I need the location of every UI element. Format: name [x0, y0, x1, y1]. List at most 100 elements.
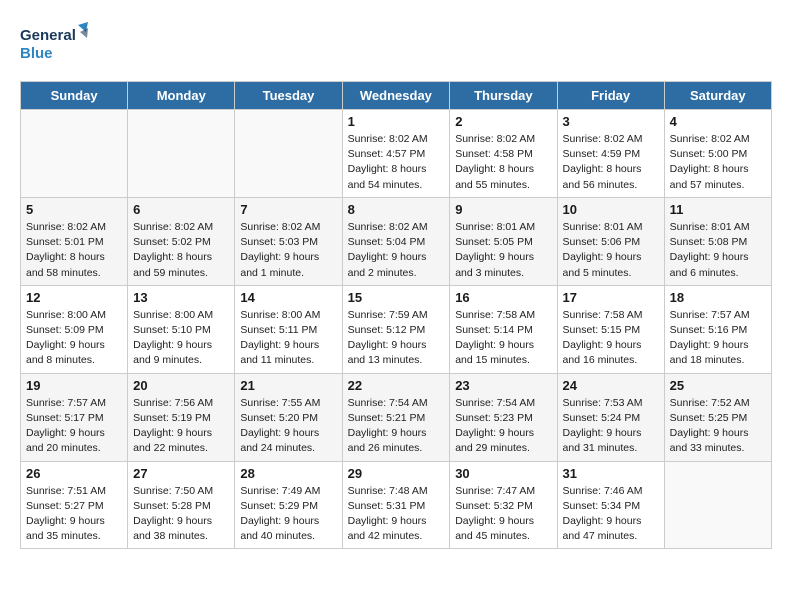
- day-info: Sunrise: 8:00 AM Sunset: 5:10 PM Dayligh…: [133, 308, 229, 369]
- calendar-cell: 14 Sunrise: 8:00 AM Sunset: 5:11 PM Dayli…: [235, 285, 342, 373]
- day-number: 30: [455, 466, 551, 481]
- day-number: 14: [240, 290, 336, 305]
- calendar-cell: 2 Sunrise: 8:02 AM Sunset: 4:58 PM Daylig…: [450, 110, 557, 198]
- calendar-cell: 4 Sunrise: 8:02 AM Sunset: 5:00 PM Daylig…: [664, 110, 771, 198]
- calendar-cell: 3Sunrise: 8:02 AM Sunset: 4:59 PM Daylig…: [557, 110, 664, 198]
- day-number: 29: [348, 466, 445, 481]
- day-number: 8: [348, 202, 445, 217]
- day-number: 4: [670, 114, 766, 129]
- day-number: 16: [455, 290, 551, 305]
- week-row-5: 26 Sunrise: 7:51 AM Sunset: 5:27 PM Dayli…: [21, 461, 772, 549]
- day-info: Sunrise: 8:02 AM Sunset: 5:03 PM Dayligh…: [240, 220, 336, 281]
- day-info: Sunrise: 7:49 AM Sunset: 5:29 PM Dayligh…: [240, 484, 336, 545]
- calendar-cell: 7 Sunrise: 8:02 AM Sunset: 5:03 PM Daylig…: [235, 197, 342, 285]
- logo-svg: General Blue: [20, 20, 90, 65]
- calendar-cell: [128, 110, 235, 198]
- calendar-cell: 26 Sunrise: 7:51 AM Sunset: 5:27 PM Dayli…: [21, 461, 128, 549]
- calendar-cell: [664, 461, 771, 549]
- day-number: 10: [563, 202, 659, 217]
- day-number: 13: [133, 290, 229, 305]
- day-info: Sunrise: 7:51 AM Sunset: 5:27 PM Dayligh…: [26, 484, 122, 545]
- calendar-cell: 6 Sunrise: 8:02 AM Sunset: 5:02 PM Daylig…: [128, 197, 235, 285]
- week-row-1: 1 Sunrise: 8:02 AM Sunset: 4:57 PM Daylig…: [21, 110, 772, 198]
- week-row-4: 19 Sunrise: 7:57 AM Sunset: 5:17 PM Dayli…: [21, 373, 772, 461]
- calendar-cell: 18 Sunrise: 7:57 AM Sunset: 5:16 PM Dayli…: [664, 285, 771, 373]
- day-number: 23: [455, 378, 551, 393]
- day-number: 1: [348, 114, 445, 129]
- day-info: Sunrise: 7:46 AM Sunset: 5:34 PM Dayligh…: [563, 484, 659, 545]
- day-number: 19: [26, 378, 122, 393]
- calendar-cell: 21 Sunrise: 7:55 AM Sunset: 5:20 PM Dayli…: [235, 373, 342, 461]
- calendar-cell: 19 Sunrise: 7:57 AM Sunset: 5:17 PM Dayli…: [21, 373, 128, 461]
- calendar-cell: 24Sunrise: 7:53 AM Sunset: 5:24 PM Dayli…: [557, 373, 664, 461]
- weekday-header-friday: Friday: [557, 82, 664, 110]
- svg-text:Blue: Blue: [20, 45, 53, 62]
- day-number: 22: [348, 378, 445, 393]
- day-number: 3: [563, 114, 659, 129]
- calendar-cell: [235, 110, 342, 198]
- weekday-row: SundayMondayTuesdayWednesdayThursdayFrid…: [21, 82, 772, 110]
- day-info: Sunrise: 8:02 AM Sunset: 5:01 PM Dayligh…: [26, 220, 122, 281]
- day-info: Sunrise: 7:54 AM Sunset: 5:21 PM Dayligh…: [348, 396, 445, 457]
- weekday-header-thursday: Thursday: [450, 82, 557, 110]
- day-info: Sunrise: 7:52 AM Sunset: 5:25 PM Dayligh…: [670, 396, 766, 457]
- day-info: Sunrise: 7:50 AM Sunset: 5:28 PM Dayligh…: [133, 484, 229, 545]
- calendar-cell: 8 Sunrise: 8:02 AM Sunset: 5:04 PM Daylig…: [342, 197, 450, 285]
- calendar-cell: 28 Sunrise: 7:49 AM Sunset: 5:29 PM Dayli…: [235, 461, 342, 549]
- calendar-cell: 16 Sunrise: 7:58 AM Sunset: 5:14 PM Dayli…: [450, 285, 557, 373]
- day-number: 21: [240, 378, 336, 393]
- day-info: Sunrise: 8:02 AM Sunset: 5:04 PM Dayligh…: [348, 220, 445, 281]
- calendar-cell: 30 Sunrise: 7:47 AM Sunset: 5:32 PM Dayli…: [450, 461, 557, 549]
- day-info: Sunrise: 7:58 AM Sunset: 5:15 PM Dayligh…: [563, 308, 659, 369]
- day-info: Sunrise: 7:56 AM Sunset: 5:19 PM Dayligh…: [133, 396, 229, 457]
- day-info: Sunrise: 7:47 AM Sunset: 5:32 PM Dayligh…: [455, 484, 551, 545]
- svg-text:General: General: [20, 27, 76, 44]
- weekday-header-monday: Monday: [128, 82, 235, 110]
- calendar-cell: 27 Sunrise: 7:50 AM Sunset: 5:28 PM Dayli…: [128, 461, 235, 549]
- day-info: Sunrise: 7:58 AM Sunset: 5:14 PM Dayligh…: [455, 308, 551, 369]
- day-info: Sunrise: 7:57 AM Sunset: 5:16 PM Dayligh…: [670, 308, 766, 369]
- day-info: Sunrise: 8:02 AM Sunset: 4:57 PM Dayligh…: [348, 132, 445, 193]
- day-number: 6: [133, 202, 229, 217]
- day-number: 17: [563, 290, 659, 305]
- calendar-cell: 13 Sunrise: 8:00 AM Sunset: 5:10 PM Dayli…: [128, 285, 235, 373]
- weekday-header-saturday: Saturday: [664, 82, 771, 110]
- day-number: 7: [240, 202, 336, 217]
- day-info: Sunrise: 8:02 AM Sunset: 5:02 PM Dayligh…: [133, 220, 229, 281]
- calendar-cell: 12Sunrise: 8:00 AM Sunset: 5:09 PM Dayli…: [21, 285, 128, 373]
- day-info: Sunrise: 8:02 AM Sunset: 4:58 PM Dayligh…: [455, 132, 551, 193]
- day-number: 2: [455, 114, 551, 129]
- calendar-table: SundayMondayTuesdayWednesdayThursdayFrid…: [20, 81, 772, 549]
- page-header: General Blue: [20, 20, 772, 65]
- day-number: 9: [455, 202, 551, 217]
- calendar-header: SundayMondayTuesdayWednesdayThursdayFrid…: [21, 82, 772, 110]
- day-number: 24: [563, 378, 659, 393]
- day-number: 26: [26, 466, 122, 481]
- day-number: 20: [133, 378, 229, 393]
- day-info: Sunrise: 8:01 AM Sunset: 5:05 PM Dayligh…: [455, 220, 551, 281]
- calendar-cell: 31 Sunrise: 7:46 AM Sunset: 5:34 PM Dayli…: [557, 461, 664, 549]
- day-number: 18: [670, 290, 766, 305]
- day-number: 5: [26, 202, 122, 217]
- day-info: Sunrise: 7:55 AM Sunset: 5:20 PM Dayligh…: [240, 396, 336, 457]
- day-number: 28: [240, 466, 336, 481]
- weekday-header-wednesday: Wednesday: [342, 82, 450, 110]
- day-info: Sunrise: 8:00 AM Sunset: 5:11 PM Dayligh…: [240, 308, 336, 369]
- calendar-cell: 22 Sunrise: 7:54 AM Sunset: 5:21 PM Dayli…: [342, 373, 450, 461]
- day-number: 27: [133, 466, 229, 481]
- day-info: Sunrise: 8:02 AM Sunset: 5:00 PM Dayligh…: [670, 132, 766, 193]
- logo: General Blue: [20, 20, 90, 65]
- day-number: 25: [670, 378, 766, 393]
- week-row-2: 5 Sunrise: 8:02 AM Sunset: 5:01 PM Daylig…: [21, 197, 772, 285]
- calendar-cell: 25 Sunrise: 7:52 AM Sunset: 5:25 PM Dayli…: [664, 373, 771, 461]
- day-info: Sunrise: 8:01 AM Sunset: 5:08 PM Dayligh…: [670, 220, 766, 281]
- day-info: Sunrise: 7:59 AM Sunset: 5:12 PM Dayligh…: [348, 308, 445, 369]
- calendar-cell: 23Sunrise: 7:54 AM Sunset: 5:23 PM Dayli…: [450, 373, 557, 461]
- calendar-cell: 15 Sunrise: 7:59 AM Sunset: 5:12 PM Dayli…: [342, 285, 450, 373]
- day-number: 31: [563, 466, 659, 481]
- day-info: Sunrise: 7:57 AM Sunset: 5:17 PM Dayligh…: [26, 396, 122, 457]
- calendar-cell: 10Sunrise: 8:01 AM Sunset: 5:06 PM Dayli…: [557, 197, 664, 285]
- day-number: 15: [348, 290, 445, 305]
- day-info: Sunrise: 7:48 AM Sunset: 5:31 PM Dayligh…: [348, 484, 445, 545]
- calendar-cell: 11Sunrise: 8:01 AM Sunset: 5:08 PM Dayli…: [664, 197, 771, 285]
